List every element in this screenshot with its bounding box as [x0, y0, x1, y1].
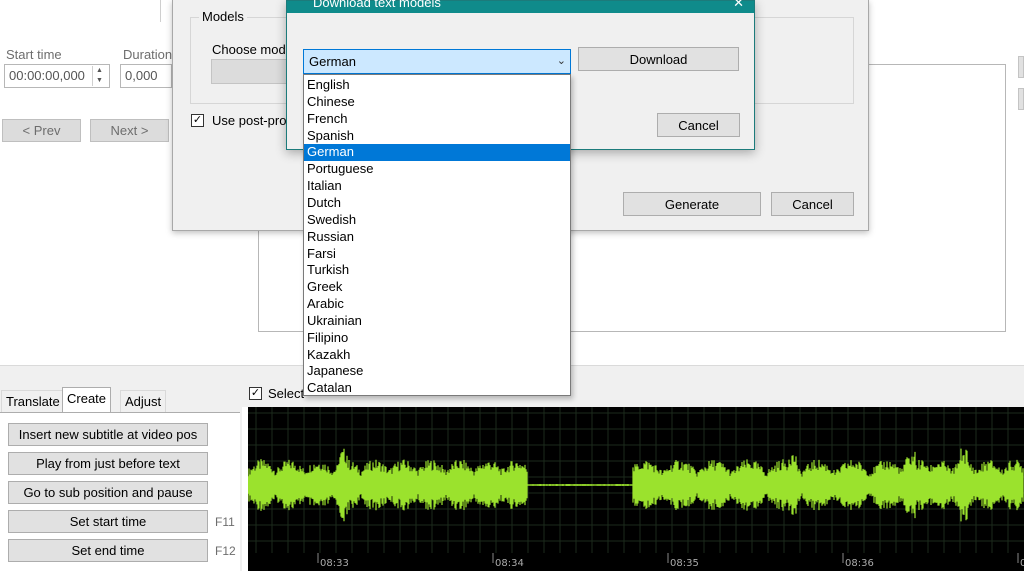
models-group-label: Models [199, 9, 247, 24]
set-start-time-button[interactable]: Set start time [8, 510, 208, 533]
duration-input[interactable]: 0,000 [120, 64, 172, 88]
language-option-greek[interactable]: Greek [304, 279, 570, 296]
language-option-german[interactable]: German [304, 144, 570, 162]
language-option-swedish[interactable]: Swedish [304, 212, 570, 229]
side-button-1[interactable] [1018, 56, 1024, 78]
set-start-time-shortcut: F11 [215, 515, 235, 529]
post-processing-checkbox[interactable]: ✓ [191, 114, 204, 127]
time-tick-label: 08:35 [670, 558, 699, 569]
next-button[interactable]: Next > [90, 119, 169, 142]
language-combo[interactable]: German ⌄ [303, 49, 571, 74]
language-option-turkish[interactable]: Turkish [304, 262, 570, 279]
language-option-spanish[interactable]: Spanish [304, 128, 570, 145]
chevron-down-icon[interactable]: ⌄ [557, 54, 566, 67]
language-option-french[interactable]: French [304, 111, 570, 128]
language-option-dutch[interactable]: Dutch [304, 195, 570, 212]
language-option-english[interactable]: English [304, 77, 570, 94]
go-to-sub-position-button[interactable]: Go to sub position and pause [8, 481, 208, 504]
language-option-catalan[interactable]: Catalan [304, 380, 570, 397]
time-tick-label: 08:36 [845, 558, 874, 569]
start-time-spinner[interactable]: ▲ ▼ [92, 66, 106, 86]
select-label: Select [268, 386, 305, 401]
close-icon[interactable]: ✕ [733, 0, 744, 11]
language-option-chinese[interactable]: Chinese [304, 94, 570, 111]
top-separator [160, 0, 161, 22]
start-time-value: 00:00:00,000 [9, 68, 85, 83]
duration-value: 0,000 [125, 68, 158, 83]
spin-up-icon[interactable]: ▲ [93, 66, 106, 76]
language-combo-value: German [309, 54, 356, 69]
dialog-titlebar[interactable]: Download text models ✕ [287, 0, 754, 13]
time-tick-label: 08:37 [1020, 558, 1024, 569]
choose-model-combo[interactable] [211, 59, 291, 84]
post-processing-label: Use post-pro [212, 113, 287, 128]
language-option-russian[interactable]: Russian [304, 229, 570, 246]
tab-create[interactable]: Create [62, 387, 112, 413]
start-time-label: Start time [6, 47, 62, 62]
generate-button[interactable]: Generate [623, 192, 761, 216]
language-option-japanese[interactable]: Japanese [304, 363, 570, 380]
language-option-farsi[interactable]: Farsi [304, 246, 570, 263]
language-option-arabic[interactable]: Arabic [304, 296, 570, 313]
time-tick-label: 08:34 [495, 558, 524, 569]
dialog-title: Download text models [313, 0, 441, 10]
language-option-kazakh[interactable]: Kazakh [304, 347, 570, 364]
language-dropdown-list: English Chinese French Spanish German Portugu… [303, 74, 571, 396]
language-option-ukrainian[interactable]: Ukrainian [304, 313, 570, 330]
set-end-time-button[interactable]: Set end time [8, 539, 208, 562]
tab-adjust[interactable]: Adjust [120, 390, 167, 412]
set-end-time-shortcut: F12 [215, 544, 236, 558]
time-tick-label: 08:33 [320, 558, 349, 569]
audio-waveform[interactable]: 08:33 08:34 08:35 08:36 08:37 [248, 407, 1024, 571]
waveform-canvas: 08:33 08:34 08:35 08:36 08:37 [248, 407, 1024, 569]
language-option-portuguese[interactable]: Portuguese [304, 161, 570, 178]
waveform-signal [248, 448, 1024, 522]
side-button-2[interactable] [1018, 88, 1024, 110]
spin-down-icon[interactable]: ▼ [93, 76, 106, 86]
choose-model-label: Choose mod [212, 42, 286, 57]
play-before-text-button[interactable]: Play from just before text [8, 452, 208, 475]
download-button[interactable]: Download [578, 47, 739, 71]
insert-subtitle-button[interactable]: Insert new subtitle at video pos [8, 423, 208, 446]
prev-button[interactable]: < Prev [2, 119, 81, 142]
language-option-filipino[interactable]: Filipino [304, 330, 570, 347]
tab-translate[interactable]: Translate [1, 390, 65, 412]
duration-label: Duration [123, 47, 173, 62]
language-option-italian[interactable]: Italian [304, 178, 570, 195]
download-cancel-button[interactable]: Cancel [657, 113, 740, 137]
generate-cancel-button[interactable]: Cancel [771, 192, 854, 216]
select-checkbox[interactable]: ✓ [249, 387, 262, 400]
